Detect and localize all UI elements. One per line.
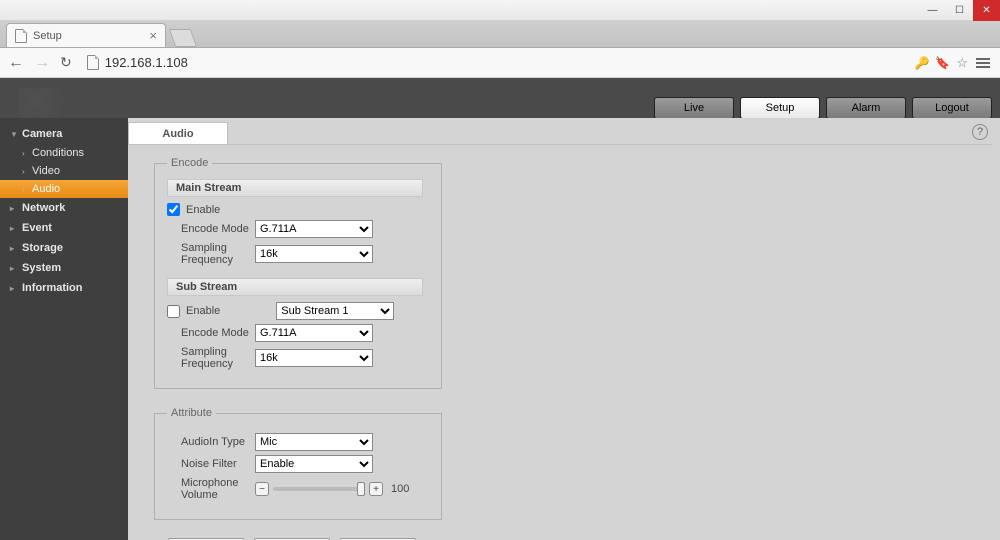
close-icon[interactable]: × [149, 28, 157, 43]
sub-enable-label: Enable [186, 305, 220, 317]
main-encode-mode-select[interactable]: G.711A [255, 220, 373, 238]
noise-label: Noise Filter [167, 458, 255, 470]
attribute-fieldset: Attribute AudioIn Type Mic Noise Filter … [154, 407, 442, 520]
tag-icon[interactable]: 🔖 [935, 56, 950, 70]
tab-alarm[interactable]: Alarm [826, 97, 906, 119]
tab-live[interactable]: Live [654, 97, 734, 119]
main-stream-header: Main Stream [167, 179, 423, 197]
slider-thumb[interactable] [357, 482, 365, 496]
new-tab-button[interactable] [169, 29, 198, 47]
browser-tabstrip: Setup × [0, 21, 1000, 48]
sub-sampling-label: Sampling Frequency [167, 346, 255, 370]
sub-enable-checkbox[interactable] [167, 305, 180, 318]
window-maximize[interactable]: ☐ [946, 0, 973, 21]
content-tab-audio[interactable]: Audio [128, 122, 228, 144]
save-button[interactable]: Save [340, 538, 416, 540]
refresh-button[interactable]: Refresh [254, 538, 330, 540]
window-close[interactable]: ✕ [973, 0, 1000, 21]
url-text: 192.168.1.108 [105, 55, 188, 70]
sidebar-group-event[interactable]: ▸Event [0, 218, 128, 238]
key-icon[interactable]: 🔑 [914, 56, 929, 70]
sidebar: ▼Camera ›Conditions ›Video ›Audio ▸Netwo… [0, 118, 128, 540]
reload-button[interactable]: ↻ [60, 54, 72, 71]
sidebar-group-information[interactable]: ▸Information [0, 278, 128, 298]
tab-setup[interactable]: Setup [740, 97, 820, 119]
attribute-legend: Attribute [167, 407, 216, 419]
audio-panel: Encode Main Stream Enable Encode Mode G.… [128, 144, 992, 540]
page-icon [15, 29, 27, 43]
volume-decrease-button[interactable]: − [255, 482, 269, 496]
sidebar-item-video[interactable]: ›Video [0, 162, 128, 180]
volume-increase-button[interactable]: + [369, 482, 383, 496]
sidebar-group-camera[interactable]: ▼Camera [0, 124, 128, 144]
sub-stream-header: Sub Stream [167, 278, 423, 296]
address-bar[interactable]: 192.168.1.108 [82, 51, 905, 75]
sidebar-item-audio[interactable]: ›Audio [0, 180, 128, 198]
sub-stream-select[interactable]: Sub Stream 1 [276, 302, 394, 320]
sidebar-group-storage[interactable]: ▸Storage [0, 238, 128, 258]
main-enable-checkbox[interactable] [167, 203, 180, 216]
window-titlebar: — ☐ ✕ [0, 0, 1000, 21]
audioin-select[interactable]: Mic [255, 433, 373, 451]
window-minimize[interactable]: — [919, 0, 946, 21]
browser-toolbar: ← → ↻ 192.168.1.108 🔑 🔖 ☆ [0, 48, 1000, 78]
volume-slider[interactable] [273, 487, 365, 491]
encode-mode-label: Encode Mode [167, 223, 255, 235]
tab-title: Setup [33, 30, 62, 42]
sub-sampling-select[interactable]: 16k [255, 349, 373, 367]
menu-button[interactable] [974, 56, 992, 70]
back-button[interactable]: ← [8, 54, 24, 72]
page-icon [87, 55, 99, 70]
audioin-label: AudioIn Type [167, 436, 255, 448]
sub-encode-mode-label: Encode Mode [167, 327, 255, 339]
main-enable-label: Enable [186, 204, 220, 216]
encode-legend: Encode [167, 157, 212, 169]
tab-logout[interactable]: Logout [912, 97, 992, 119]
sidebar-group-system[interactable]: ▸System [0, 258, 128, 278]
app-header: Live Setup Alarm Logout [0, 78, 1000, 118]
sampling-label: Sampling Frequency [167, 242, 255, 266]
volume-value: 100 [391, 483, 409, 495]
forward-button[interactable]: → [34, 54, 50, 72]
main-sampling-select[interactable]: 16k [255, 245, 373, 263]
browser-tab[interactable]: Setup × [6, 23, 166, 47]
noise-select[interactable]: Enable [255, 455, 373, 473]
brand-logo [18, 88, 78, 118]
bookmark-icon[interactable]: ☆ [956, 55, 968, 71]
help-icon[interactable]: ? [972, 124, 988, 140]
sidebar-item-conditions[interactable]: ›Conditions [0, 144, 128, 162]
mic-vol-label: Microphone Volume [167, 477, 255, 501]
sidebar-group-network[interactable]: ▸Network [0, 198, 128, 218]
sub-encode-mode-select[interactable]: G.711A [255, 324, 373, 342]
default-button[interactable]: Default [168, 538, 244, 540]
encode-fieldset: Encode Main Stream Enable Encode Mode G.… [154, 157, 442, 389]
